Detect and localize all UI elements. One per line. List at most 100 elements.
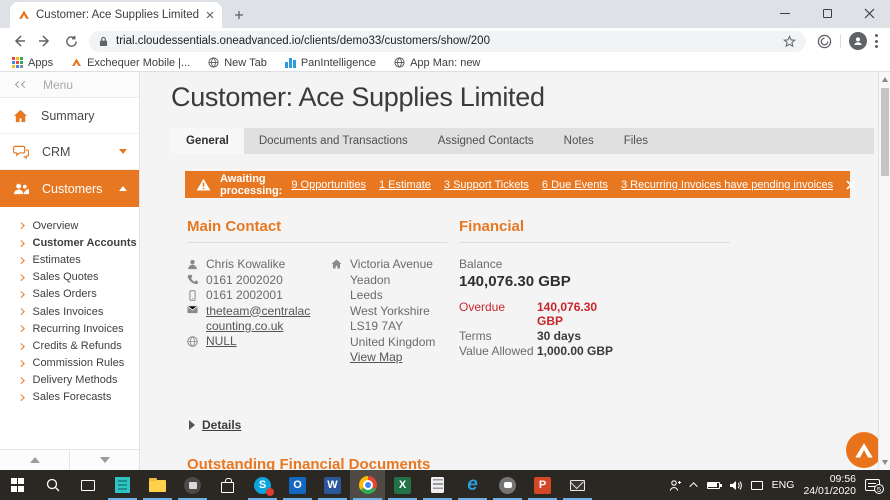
edge-icon (464, 477, 481, 494)
start-button[interactable] (0, 470, 35, 500)
battery-icon[interactable] (706, 481, 722, 489)
sidebar-collapse-header[interactable]: Menu (0, 72, 139, 98)
tab-files[interactable]: Files (609, 128, 663, 154)
sidebar-item-crm[interactable]: CRM (0, 134, 139, 170)
sidebar-scroll-down-button[interactable] (70, 450, 139, 470)
action-center-icon[interactable]: 5 (865, 479, 884, 494)
browser-tab[interactable]: Customer: Ace Supplies Limited (10, 2, 222, 28)
window-restore-button[interactable] (806, 0, 848, 27)
details-expander[interactable]: Details (189, 418, 890, 432)
tab-close-icon[interactable] (206, 11, 214, 19)
sidebar-subitem-credits-refunds[interactable]: Credits & Refunds (0, 337, 139, 354)
window-minimize-button[interactable] (764, 0, 806, 27)
sidebar-subitem-delivery-methods[interactable]: Delivery Methods (0, 372, 139, 389)
subitem-label: Recurring Invoices (32, 322, 124, 335)
sidebar-subitem-commission-rules[interactable]: Commission Rules (0, 355, 139, 372)
alert-close-icon[interactable] (846, 179, 856, 190)
sidebar-subitem-sales-invoices[interactable]: Sales Invoices (0, 303, 139, 320)
contact-email-link[interactable]: theteam@centralaccounting.co.uk (206, 304, 315, 334)
clock-date: 24/01/2020 (803, 485, 856, 497)
task-view-button[interactable] (70, 470, 105, 500)
powerpoint-icon (534, 476, 551, 494)
windows-logo-icon (10, 478, 25, 492)
search-button[interactable] (35, 470, 70, 500)
new-tab-button[interactable] (226, 5, 252, 25)
scrollbar-thumb[interactable] (880, 88, 889, 176)
sidebar-subitem-sales-orders[interactable]: Sales Orders (0, 286, 139, 303)
reload-button[interactable] (58, 29, 84, 53)
sidebar-subitem-overview[interactable]: Overview (0, 217, 139, 234)
browser-menu-icon[interactable] (875, 34, 878, 48)
advanced-triangle-icon (71, 57, 82, 68)
bookmark-panintelligence[interactable]: PanIntelligence (284, 57, 376, 69)
sidebar-subitem-sales-quotes[interactable]: Sales Quotes (0, 269, 139, 286)
window-close-button[interactable] (848, 0, 890, 27)
taskbar-chat-app[interactable] (490, 470, 525, 500)
chevron-right-icon (18, 308, 25, 315)
taskbar-store[interactable] (210, 470, 245, 500)
tray-overflow-icon[interactable] (689, 482, 698, 491)
back-button[interactable] (6, 29, 32, 53)
contact-website-link[interactable]: NULL (206, 334, 237, 349)
alert-link-opportunities[interactable]: 9 Opportunities (291, 179, 366, 191)
taskbar-chrome[interactable] (350, 470, 385, 500)
alert-link-due-events[interactable]: 6 Due Events (542, 179, 608, 191)
taskbar-powerpoint[interactable] (525, 470, 560, 500)
sidebar-subitem-customer-accounts[interactable]: Customer Accounts (0, 234, 139, 251)
sidebar-scroll-up-button[interactable] (0, 450, 70, 470)
extension-icon[interactable] (817, 34, 832, 49)
language-indicator[interactable]: ENG (772, 479, 795, 491)
scroll-up-icon[interactable] (881, 77, 888, 82)
chevron-right-icon (18, 291, 25, 298)
taskbar-skype[interactable] (245, 470, 280, 500)
photos-icon (184, 476, 201, 494)
advanced-assistant-button[interactable] (846, 432, 882, 468)
bookmark-exchequer[interactable]: Exchequer Mobile |... (71, 57, 190, 69)
profile-avatar-icon[interactable] (849, 32, 867, 50)
scroll-down-icon[interactable] (881, 460, 888, 465)
address-bar[interactable]: trial.cloudessentials.oneadvanced.io/cli… (89, 30, 806, 52)
contact-mobile: 0161 2002001 (206, 288, 283, 302)
chevron-up-icon (119, 186, 127, 191)
taskbar-word[interactable] (315, 470, 350, 500)
tab-notes[interactable]: Notes (549, 128, 609, 154)
tab-label: Assigned Contacts (437, 135, 534, 147)
people-icon[interactable] (669, 479, 683, 492)
alert-link-recurring-invoices[interactable]: 3 Recurring Invoices have pending invoic… (621, 179, 833, 191)
chevron-right-icon (18, 394, 25, 401)
forward-button[interactable] (32, 29, 58, 53)
tab-assigned-contacts[interactable]: Assigned Contacts (423, 128, 549, 154)
subitem-label: Overview (32, 219, 79, 232)
page-scrollbar[interactable] (878, 72, 890, 470)
chevron-right-icon (18, 239, 25, 246)
taskbar-photos[interactable] (175, 470, 210, 500)
view-map-link[interactable]: View Map (350, 350, 402, 364)
sidebar-subitem-recurring-invoices[interactable]: Recurring Invoices (0, 320, 139, 337)
alert-link-estimate[interactable]: 1 Estimate (379, 179, 431, 191)
taskbar-calculator[interactable] (420, 470, 455, 500)
bookmark-apps[interactable]: Apps (12, 57, 53, 69)
taskbar-edge[interactable] (455, 470, 490, 500)
tab-general[interactable]: General (171, 128, 244, 154)
alert-link-support-tickets[interactable]: 3 Support Tickets (444, 179, 529, 191)
tab-documents-transactions[interactable]: Documents and Transactions (244, 128, 423, 154)
taskbar-outlook[interactable] (280, 470, 315, 500)
mail-icon (570, 479, 585, 491)
taskbar-mail[interactable] (560, 470, 595, 500)
globe-icon (394, 57, 405, 68)
sidebar-item-summary[interactable]: Summary (0, 98, 139, 134)
taskbar-excel[interactable] (385, 470, 420, 500)
bookmark-star-icon[interactable] (783, 34, 796, 48)
volume-icon[interactable] (729, 480, 742, 491)
sidebar-item-customers[interactable]: Customers (0, 170, 139, 207)
sidebar-subitem-sales-forecasts[interactable]: Sales Forecasts (0, 389, 139, 406)
taskbar-file-explorer[interactable] (140, 470, 175, 500)
network-icon[interactable] (750, 480, 763, 490)
bookmark-new-tab[interactable]: New Tab (208, 57, 267, 69)
contact-phone: 0161 2002020 (206, 272, 283, 287)
taskbar-app-erp[interactable] (105, 470, 140, 500)
bookmark-app-man[interactable]: App Man: new (394, 57, 480, 69)
chrome-icon (358, 476, 377, 494)
taskbar-clock[interactable]: 09:56 24/01/2020 (803, 473, 856, 497)
sidebar-subitem-estimates[interactable]: Estimates (0, 251, 139, 268)
